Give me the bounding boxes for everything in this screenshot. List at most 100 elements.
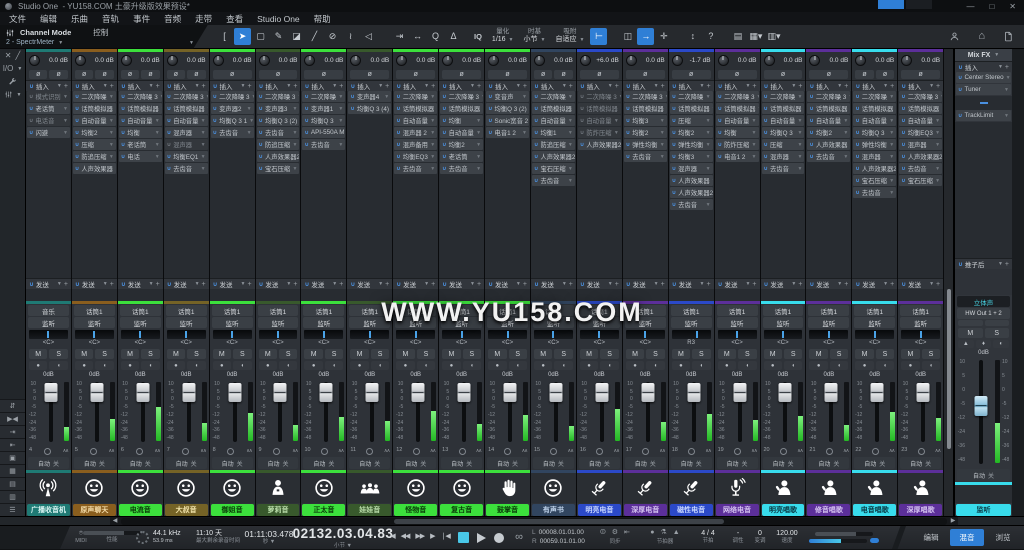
power-icon[interactable]: ∪ [29, 106, 33, 112]
power-icon[interactable]: ∪ [121, 118, 125, 124]
master-solo-button[interactable]: S [985, 328, 1010, 338]
power-icon[interactable]: ∪ [304, 142, 308, 148]
track-follow-icon[interactable]: ⇥ [391, 28, 408, 45]
insert-slot[interactable]: ∪去齿音▼ [532, 175, 575, 186]
automation-button[interactable]: 自动关 [900, 457, 941, 469]
play-button[interactable] [474, 526, 488, 549]
sends-header[interactable]: ∪发送▼+ [256, 278, 301, 289]
solo-button[interactable]: S [187, 349, 205, 359]
solo-button[interactable]: S [876, 349, 894, 359]
power-icon[interactable]: ∪ [958, 113, 962, 119]
insert-slot[interactable]: ∪混声器 2▼ [394, 127, 437, 138]
pan-slider[interactable] [29, 330, 68, 339]
insert-slot[interactable]: ∪均衡▼ [119, 127, 162, 138]
add-sends-icon[interactable]: + [936, 281, 940, 288]
fader-cap[interactable] [274, 383, 287, 402]
fader-cap[interactable] [228, 383, 241, 402]
sends-header[interactable]: ∪发送▼+ [210, 278, 255, 289]
power-icon[interactable]: ∪ [764, 94, 768, 100]
insert-slot[interactable]: ∪均衡EQ3▼ [394, 151, 437, 162]
add-inserts-icon[interactable]: + [293, 83, 297, 90]
meter-mode-icon[interactable]: ∧∧ [200, 449, 205, 454]
insert-slot[interactable]: ∪均衡2▼ [624, 127, 667, 138]
automation-button[interactable]: 自动关 [533, 457, 574, 469]
gain-knob[interactable] [534, 55, 545, 66]
transport-nav-1[interactable]: ◀◀ [401, 533, 410, 542]
monitor-button[interactable]: 监听 [854, 317, 895, 328]
power-icon[interactable]: ∪ [442, 118, 446, 124]
sends-header[interactable]: ∪发送▼+ [118, 278, 163, 289]
add-inserts-icon[interactable]: + [202, 83, 206, 90]
pan-slider[interactable] [442, 330, 481, 339]
fader-gain-value[interactable]: 0dB [72, 371, 117, 380]
power-icon[interactable]: ∪ [304, 118, 308, 124]
insert-slot[interactable]: ∪二次降噪 3▼ [578, 91, 621, 102]
add-inserts-icon[interactable]: + [385, 83, 389, 90]
phase-invert-button[interactable]: ø [488, 70, 527, 79]
insert-slot[interactable]: ∪去齿音▼ [762, 163, 805, 174]
fader-track[interactable] [313, 380, 339, 446]
insert-slot[interactable]: ∪话筒模拟器▼ [853, 103, 896, 114]
mute-button[interactable]: M [626, 349, 644, 359]
automation-button[interactable]: 自动关 [349, 457, 390, 469]
sync-group[interactable]: ⏼⚙⇤ 同步 [594, 526, 636, 549]
record-arm-button[interactable]: ● [75, 361, 93, 370]
pan-slider[interactable] [764, 330, 803, 339]
insert-slot[interactable]: ∪话筒模拟器▼ [532, 103, 575, 114]
channel-name-label[interactable]: 正太音 [302, 504, 345, 516]
meter-mode-icon[interactable]: ∧∧ [63, 449, 68, 454]
power-icon[interactable]: ∪ [442, 94, 446, 100]
pan-slider[interactable] [534, 330, 573, 339]
insert-slot[interactable]: ∪话筒模拟器▼ [440, 103, 483, 114]
power-icon[interactable]: ∪ [901, 130, 905, 136]
automation-button[interactable]: 自动关 [717, 457, 758, 469]
sends-header[interactable]: ∪发送▼+ [669, 278, 714, 289]
sends-header[interactable]: ∪发送▼+ [761, 278, 806, 289]
monitor-button[interactable]: 监听 [120, 317, 161, 328]
fader-gain-value[interactable]: 0dB [577, 371, 622, 380]
power-icon[interactable]: ∪ [958, 87, 962, 93]
insert-slot[interactable]: ∪去齿音▼ [624, 151, 667, 162]
keyboard-icon[interactable]: ▦ [0, 464, 25, 477]
add-sends-icon[interactable]: + [477, 281, 481, 288]
power-icon[interactable]: ∪ [442, 166, 446, 172]
time-signature-display[interactable]: 4 / 4节拍 [692, 526, 724, 549]
transport-nav-0[interactable]: ◀ [390, 533, 394, 542]
phase-invert-button[interactable]: ø [396, 70, 435, 79]
sends-header[interactable]: ∪发送▼+ [806, 278, 851, 289]
power-icon[interactable]: ∪ [855, 178, 859, 184]
phase-invert-right-button[interactable]: ø [141, 70, 159, 79]
meter-mode-icon[interactable]: ∧∧ [935, 449, 940, 454]
inserts-header[interactable]: ∪插入▼+ [531, 80, 576, 91]
power-icon[interactable]: ∪ [121, 130, 125, 136]
power-icon[interactable]: ∪ [901, 154, 905, 160]
mute-button[interactable]: M [75, 349, 93, 359]
fader-cap[interactable] [182, 383, 195, 402]
add-inserts-icon[interactable]: + [752, 83, 756, 90]
power-icon[interactable]: ∪ [580, 106, 584, 112]
pan-value[interactable]: <C> [439, 339, 484, 348]
master-inserts-header[interactable]: ∪ 插入 ▼ + [955, 61, 1012, 72]
insert-slot[interactable]: ∪二次降噪 3▼ [211, 91, 254, 102]
menu-item-查看[interactable]: 查看 [226, 13, 243, 25]
power-icon[interactable]: ∪ [167, 118, 171, 124]
master-automation-button[interactable]: 自动关 [957, 469, 1010, 481]
meter-mode-icon[interactable]: ∧∧ [659, 449, 664, 454]
power-icon[interactable]: ∪ [855, 118, 859, 124]
fader-cap[interactable] [871, 383, 884, 402]
power-icon[interactable]: ∪ [75, 154, 79, 160]
headphone-icon[interactable] [44, 448, 51, 455]
pan-slider[interactable] [718, 330, 757, 339]
insert-slot[interactable]: ∪去齿音▼ [394, 163, 437, 174]
power-icon[interactable]: ∪ [672, 142, 676, 148]
insert-slot[interactable]: ∪防追压缩▼ [532, 139, 575, 150]
menu-item-文件[interactable]: 文件 [9, 13, 26, 25]
channel-name-label[interactable]: 电音唱歌 [853, 504, 896, 516]
channel-name-label[interactable]: 网络电音 [716, 504, 759, 516]
insert-slot[interactable]: ∪二次降噪▼ [302, 91, 345, 102]
autoscroll-icon[interactable]: ↔ [409, 28, 426, 45]
meter-mode-icon[interactable]: ∧∧ [246, 449, 251, 454]
pan-value[interactable]: <C> [761, 339, 806, 348]
insert-slot[interactable]: ∪二次降噪 3▼ [119, 91, 162, 102]
insert-slot[interactable]: ∪话筒模拟器▼ [73, 103, 116, 114]
